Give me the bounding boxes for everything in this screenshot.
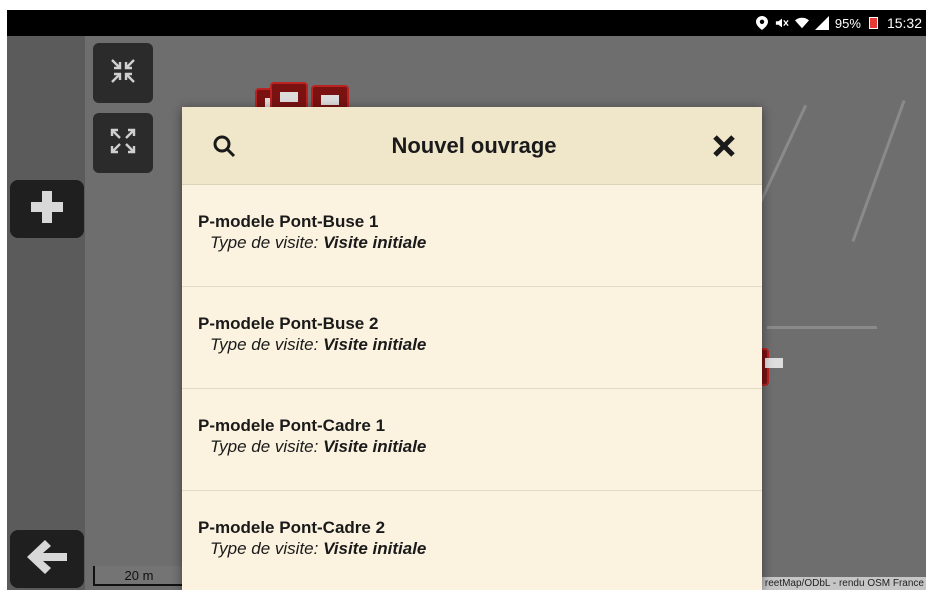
expand-icon	[108, 126, 138, 161]
battery-icon	[867, 16, 881, 30]
collapse-button[interactable]	[93, 43, 153, 103]
item-type: Type de visite: Visite initiale	[210, 233, 427, 252]
list-item[interactable]: P-modele Pont-Cadre 2 Type de visite: Vi…	[182, 491, 762, 590]
status-bar: 95% 15:32	[7, 10, 926, 36]
item-name: P-modele Pont-Buse 1	[198, 212, 379, 231]
mute-icon	[775, 16, 789, 30]
item-type: Type de visite: Visite initiale	[210, 539, 427, 558]
map-attribution: reetMap/ODbL - rendu OSM France	[760, 577, 926, 590]
signal-icon	[814, 16, 829, 30]
dialog-header: Nouvel ouvrage	[182, 107, 762, 185]
search-icon[interactable]	[206, 128, 242, 164]
back-button[interactable]	[10, 530, 84, 588]
item-name: P-modele Pont-Cadre 2	[198, 518, 386, 537]
map-left-strip	[7, 36, 85, 590]
item-type: Type de visite: Visite initiale	[210, 335, 427, 354]
battery-percent: 95%	[834, 15, 861, 31]
item-name: P-modele Pont-Buse 2	[198, 314, 379, 333]
plus-icon	[27, 187, 67, 232]
dialog-title: Nouvel ouvrage	[391, 132, 557, 158]
item-type: Type de visite: Visite initiale	[210, 437, 427, 456]
close-icon[interactable]	[706, 128, 742, 164]
collapse-icon	[108, 56, 138, 91]
map-road	[851, 100, 906, 242]
arrow-left-icon	[25, 537, 69, 582]
new-structure-dialog: Nouvel ouvrage P-modele Pont-Buse 1 Type…	[182, 107, 762, 590]
add-button[interactable]	[10, 180, 84, 238]
item-name: P-modele Pont-Cadre 1	[198, 416, 386, 435]
map-scale: 20 m	[93, 566, 185, 586]
map-road	[767, 326, 877, 329]
wifi-icon	[794, 16, 809, 30]
clock: 15:32	[886, 15, 922, 31]
list-item[interactable]: P-modele Pont-Buse 2 Type de visite: Vis…	[182, 287, 762, 389]
list-item[interactable]: P-modele Pont-Buse 1 Type de visite: Vis…	[182, 185, 762, 287]
expand-button[interactable]	[93, 113, 153, 173]
location-icon	[755, 16, 769, 30]
list-item[interactable]: P-modele Pont-Cadre 1 Type de visite: Vi…	[182, 389, 762, 491]
